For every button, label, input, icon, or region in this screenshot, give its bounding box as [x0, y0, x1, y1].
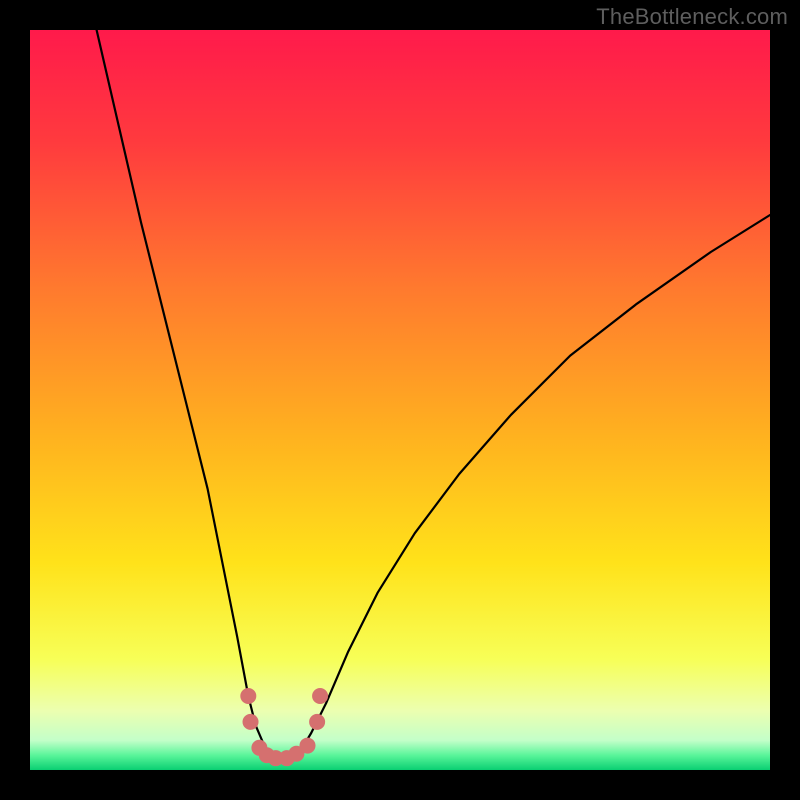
watermark-text: TheBottleneck.com: [596, 4, 788, 30]
plot-area: [30, 30, 770, 770]
background-gradient: [30, 30, 770, 770]
chart-frame: TheBottleneck.com: [0, 0, 800, 800]
